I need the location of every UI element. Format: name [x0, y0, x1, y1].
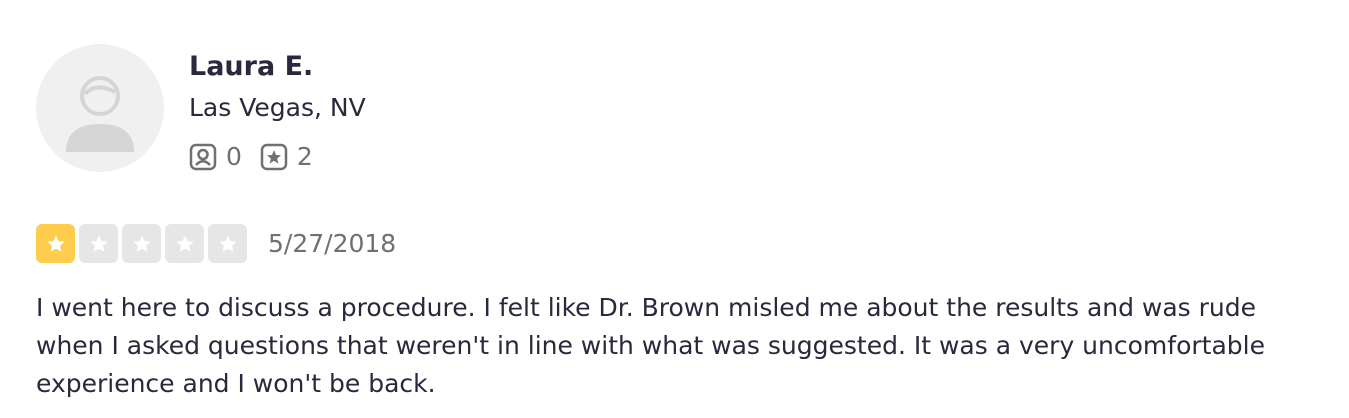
friends-count: 0	[226, 142, 242, 171]
friends-icon	[189, 143, 217, 171]
star-5	[208, 224, 247, 263]
user-avatar[interactable]	[36, 44, 164, 172]
user-stats: 0 2	[189, 140, 331, 174]
star-icon	[89, 234, 108, 252]
user-name[interactable]: Laura E.	[189, 49, 313, 85]
star-icon	[175, 234, 194, 252]
star-4	[165, 224, 204, 263]
star-icon	[46, 234, 65, 252]
star-2	[79, 224, 118, 263]
review-date: 5/27/2018	[268, 229, 397, 258]
friends-stat: 0	[189, 140, 242, 174]
review-text: I went here to discuss a procedure. I fe…	[36, 293, 1265, 398]
reviews-stat: 2	[260, 140, 313, 174]
default-user-avatar-icon	[66, 76, 134, 152]
star-3	[122, 224, 161, 263]
user-location: Las Vegas, NV	[189, 93, 366, 122]
star-rating	[36, 224, 251, 263]
review-star-icon	[260, 143, 288, 171]
reviews-count: 2	[296, 142, 313, 171]
star-1	[36, 224, 75, 263]
star-icon	[132, 234, 151, 252]
star-icon	[218, 234, 237, 252]
